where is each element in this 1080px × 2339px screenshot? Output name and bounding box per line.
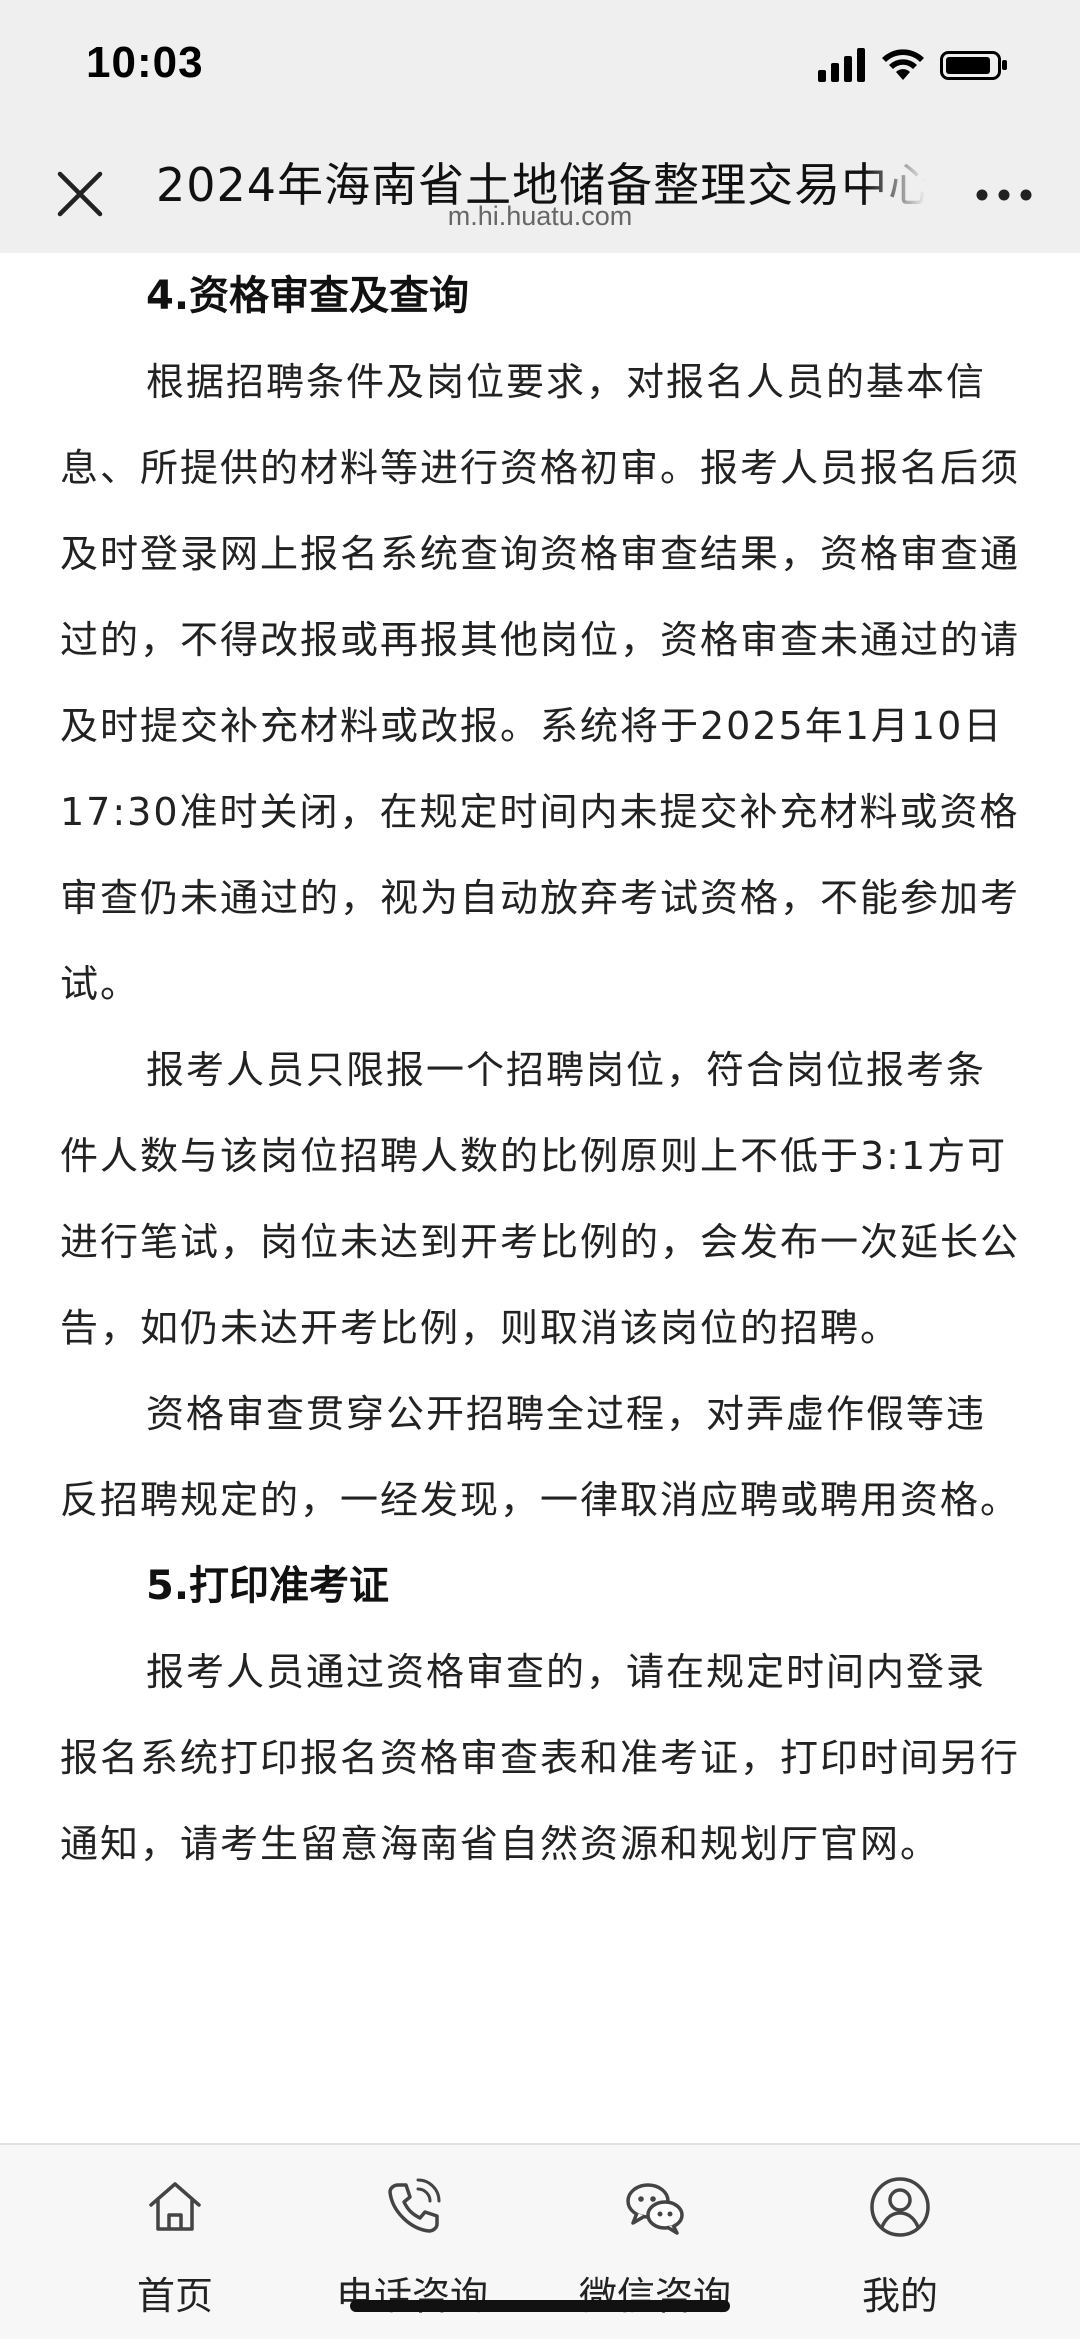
paragraph: 资格审查贯穿公开招聘全过程，对弄虚作假等违反招聘规定的，一经发现，一律取消应聘或… [60, 1392, 1020, 1522]
article-content: 4.资格审查及查询 根据招聘条件及岗位要求，对报名人员的基本信息、所提供的材料等… [60, 253, 1020, 2143]
section-heading: 4.资格审查及查询 [146, 273, 470, 319]
tab-home[interactable]: 首页 [40, 2145, 310, 2339]
home-indicator [350, 2300, 730, 2312]
page-domain: m.hi.huatu.com [447, 201, 633, 231]
wifi-icon [882, 49, 924, 80]
home-icon [149, 2182, 201, 2231]
tab-label: 我的 [861, 2274, 938, 2318]
paragraph: 报考人员只限报一个招聘岗位，符合岗位报考条件人数与该岗位招聘人数的比例原则上不低… [60, 1048, 1020, 1350]
more-options-icon[interactable] [972, 175, 1036, 215]
phone-icon [388, 2178, 441, 2233]
status-time: 10:03 [86, 38, 204, 87]
browser-navbar: 2024年海南省土地储备整理交易中心 m.hi.huatu.com [0, 135, 1080, 253]
wechat-icon [626, 2183, 684, 2235]
cellular-signal-icon [818, 48, 865, 82]
tab-label: 首页 [136, 2274, 213, 2318]
tab-profile[interactable]: 我的 [765, 2145, 1035, 2339]
section-heading: 5.打印准考证 [146, 1563, 390, 1609]
battery-icon [940, 51, 1007, 80]
paragraph: 报考人员通过资格审查的，请在规定时间内登录报名系统打印报名资格审查表和准考证，打… [60, 1650, 1020, 1866]
paragraph: 根据招聘条件及岗位要求，对报名人员的基本信息、所提供的材料等进行资格初审。报考人… [60, 360, 1020, 1006]
user-icon [870, 2177, 930, 2237]
status-bar: 10:03 [0, 0, 1080, 135]
